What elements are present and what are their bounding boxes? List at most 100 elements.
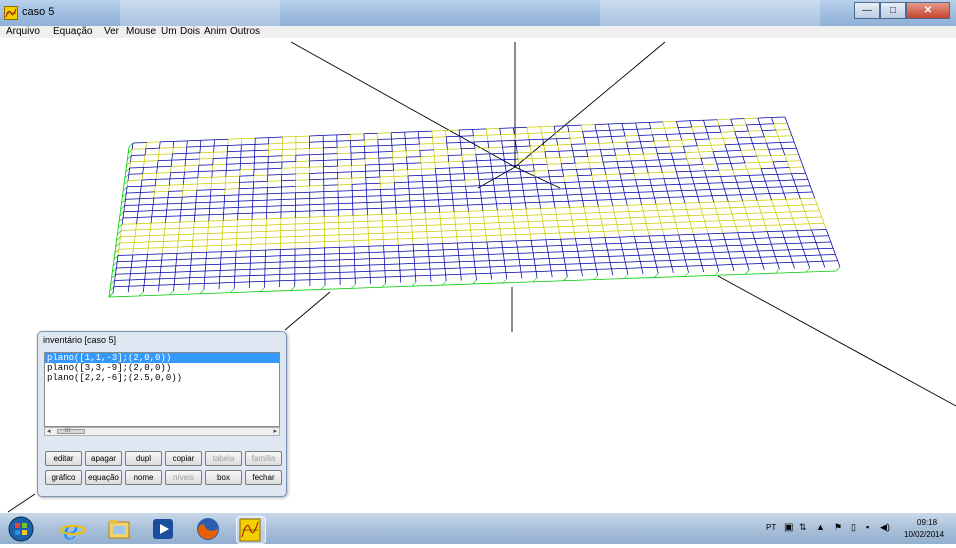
grid-line <box>678 127 692 128</box>
grid-line <box>146 261 147 267</box>
list-item[interactable]: plano([1,1,-3];(2,0,0)) <box>45 353 279 363</box>
internet-explorer-icon[interactable]: e <box>60 516 86 542</box>
grid-line <box>808 261 823 262</box>
grid-line <box>424 194 425 200</box>
scroll-right-icon[interactable]: ▸ <box>273 428 277 435</box>
grid-line <box>508 184 522 185</box>
grid-line <box>703 165 705 171</box>
grid-line <box>116 274 131 275</box>
grid-line <box>566 270 581 271</box>
menu-arquivo[interactable]: Arquivo <box>6 26 40 38</box>
scroll-thumb[interactable] <box>57 429 85 434</box>
editar-button[interactable]: editar <box>45 451 82 466</box>
grid-line <box>282 168 296 169</box>
network-icon[interactable]: ▪ <box>866 522 869 532</box>
grid-line <box>503 147 517 148</box>
grid-line <box>513 216 514 222</box>
fechar-button[interactable]: fechar <box>245 470 282 485</box>
menu-anim[interactable]: Anim <box>204 26 227 38</box>
grid-line <box>145 273 160 274</box>
grid-line <box>339 253 354 254</box>
show-hidden-icons-icon[interactable]: ▲ <box>816 522 825 532</box>
tray-sync-icon[interactable]: ⇅ <box>799 522 807 533</box>
grid-line <box>440 218 454 219</box>
grid-line <box>564 257 579 258</box>
start-orb-icon[interactable] <box>8 516 34 542</box>
horizontal-scrollbar[interactable]: ◂ III ▸ <box>44 427 280 436</box>
grid-line <box>578 176 579 182</box>
grid-line <box>516 147 517 153</box>
grid-line <box>630 154 644 155</box>
grid-line <box>610 193 624 194</box>
list-item[interactable]: plano([3,3,-9];(2,0,0)) <box>45 363 279 373</box>
inventory-dialog[interactable]: inventário [caso 5] plano([1,1,-3];(2,0,… <box>37 331 287 497</box>
familia-button[interactable]: família <box>245 451 282 466</box>
box-button[interactable]: box <box>205 470 242 485</box>
tray-app-icon[interactable]: ▣ <box>784 522 793 533</box>
grid-line <box>529 139 543 140</box>
grid-line <box>708 233 723 234</box>
grid-line <box>252 225 266 226</box>
copiar-button[interactable]: copiar <box>165 451 202 466</box>
grid-line <box>730 258 745 259</box>
grid-line <box>486 128 500 129</box>
grid-line <box>700 259 715 260</box>
clock-date[interactable]: 10/02/2014 <box>904 530 944 539</box>
file-explorer-icon[interactable] <box>106 516 132 542</box>
grid-line <box>152 210 166 211</box>
grid-line <box>132 261 147 262</box>
winplot-icon[interactable] <box>236 516 266 544</box>
grid-line <box>427 232 428 238</box>
maximize-icon[interactable]: □ <box>880 2 906 19</box>
menu-mouse[interactable]: Mouse <box>126 26 156 38</box>
menu-equacao[interactable]: Equação <box>53 26 92 38</box>
grid-line <box>589 232 590 238</box>
media-player-icon[interactable] <box>150 516 176 542</box>
grid-line <box>769 238 771 244</box>
grid-line <box>225 182 239 183</box>
grid-line <box>544 146 545 152</box>
dupl-button[interactable]: dupl <box>125 451 162 466</box>
menu-dois[interactable]: Dois <box>180 26 200 38</box>
grid-line <box>623 186 637 187</box>
grid-line <box>463 161 477 162</box>
grid-line <box>147 254 148 260</box>
equacao-button[interactable]: equação <box>85 470 122 485</box>
language-indicator[interactable]: PT <box>766 523 776 532</box>
scroll-left-icon[interactable]: ◂ <box>47 428 51 435</box>
battery-icon[interactable]: ▯ <box>851 522 856 533</box>
grafico-button[interactable]: gráfico <box>45 470 82 485</box>
minimize-icon[interactable]: — <box>854 2 880 19</box>
list-item[interactable]: plano([2,2,-6];(2.5,0,0)) <box>45 373 279 383</box>
menu-outros[interactable]: Outros <box>230 26 260 38</box>
grid-line <box>197 184 211 185</box>
grid-line <box>580 264 581 270</box>
clock-time[interactable]: 09:18 <box>917 518 937 527</box>
grid-line <box>569 207 583 208</box>
grid-line <box>714 202 728 203</box>
grid-line <box>165 228 179 229</box>
grid-line <box>590 238 605 239</box>
grid-line <box>167 203 181 204</box>
grid-line <box>705 126 719 127</box>
apagar-button[interactable]: apagar <box>85 451 122 466</box>
grid-line <box>658 210 660 216</box>
tabela-button[interactable]: tabela <box>205 451 242 466</box>
grid-line <box>580 188 594 189</box>
volume-icon[interactable]: ◀) <box>880 522 890 533</box>
close-icon[interactable]: ✕ <box>906 2 950 19</box>
nome-button[interactable]: nome <box>125 470 162 485</box>
window-title-bar[interactable]: caso 5 — □ ✕ <box>0 0 956 26</box>
grid-line <box>467 198 481 199</box>
inventory-list[interactable]: plano([1,1,-3];(2,0,0)) plano([3,3,-9];(… <box>44 352 280 427</box>
grid-line <box>441 231 456 232</box>
menu-um[interactable]: Um <box>161 26 177 38</box>
menu-ver[interactable]: Ver <box>104 26 119 38</box>
firefox-icon[interactable] <box>195 516 221 542</box>
niveis-button[interactable]: níveis <box>165 470 202 485</box>
scroll-marker: III <box>65 428 70 435</box>
grid-line <box>432 137 446 138</box>
action-center-flag-icon[interactable]: ⚑ <box>834 522 842 533</box>
grid-line <box>605 237 620 238</box>
winplot-app-icon[interactable] <box>4 6 18 20</box>
